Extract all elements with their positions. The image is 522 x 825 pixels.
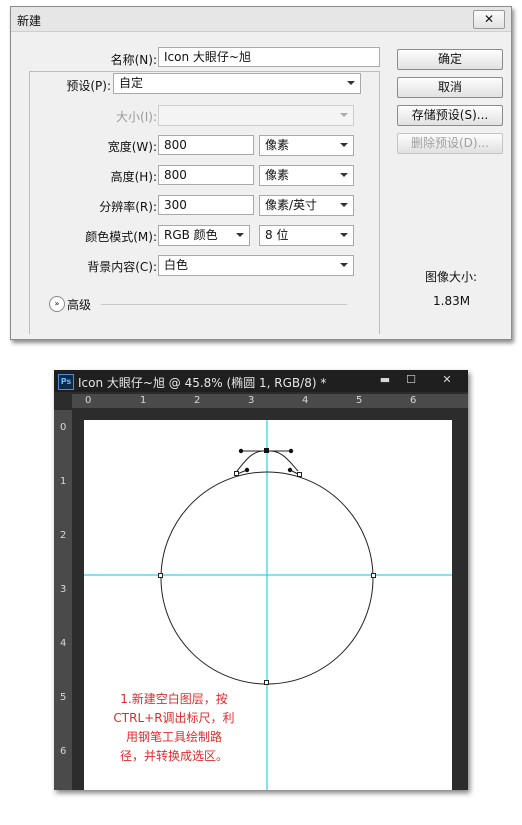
ruler-h-number: 1	[140, 395, 147, 406]
ruler-v-number: 2	[60, 530, 67, 541]
width-input[interactable]: 800	[158, 135, 254, 155]
resolution-unit-value: 像素/英寸	[265, 198, 318, 212]
anchor-point[interactable]	[371, 573, 376, 578]
bit-depth-select[interactable]: 8 位	[259, 225, 354, 246]
background-select[interactable]: 白色	[158, 255, 354, 276]
vertical-ruler[interactable]: 0 1 2 3 4 5 6	[54, 410, 72, 790]
ruler-h-number: 5	[356, 395, 363, 406]
handle-point[interactable]	[238, 448, 244, 454]
name-label: 名称(N):	[110, 53, 157, 67]
save-preset-button[interactable]: 存储预设(S)...	[397, 105, 503, 126]
bit-depth-value: 8 位	[265, 228, 289, 242]
ruler-v-number: 0	[60, 422, 67, 433]
preset-label: 预设(P):	[66, 79, 111, 93]
horizontal-ruler[interactable]: 0 1 2 3 4 5 6	[72, 394, 468, 408]
ruler-v-number: 1	[60, 476, 67, 487]
height-label: 高度(H):	[110, 170, 157, 184]
chevron-down-icon	[347, 81, 355, 85]
ruler-v-number: 6	[60, 746, 67, 757]
note-line: 1.新建空白图层，按	[120, 692, 228, 706]
ruler-h-number: 3	[248, 395, 255, 406]
note-line: 用钢笔工具绘制路	[125, 730, 222, 744]
color-mode-label: 颜色模式(M):	[85, 230, 157, 244]
chevron-down-icon	[340, 263, 348, 267]
ps-titlebar: Ps Icon 大眼仔~旭 @ 45.8% (椭圆 1, RGB/8) * ▬ …	[54, 370, 468, 392]
instruction-note: 1.新建空白图层，按 CTRL+R调出标尺，利 用钢笔工具绘制路 径，并转换成选…	[94, 690, 254, 766]
height-unit-value: 像素	[265, 168, 290, 182]
note-line: 径，并转换成选区。	[119, 749, 228, 763]
dialog-title: 新建	[17, 14, 42, 28]
height-unit-select[interactable]: 像素	[259, 165, 354, 186]
ps-document-title: Icon 大眼仔~旭 @ 45.8% (椭圆 1, RGB/8) *	[78, 376, 327, 390]
width-unit-select[interactable]: 像素	[259, 135, 354, 156]
size-label: 大小(I):	[116, 110, 157, 124]
handle-point[interactable]	[287, 467, 293, 473]
resolution-unit-select[interactable]: 像素/英寸	[259, 195, 354, 216]
anchor-point[interactable]	[264, 448, 269, 453]
size-select	[158, 105, 354, 126]
anchor-point[interactable]	[297, 472, 302, 477]
handle-point[interactable]	[288, 448, 294, 454]
ok-button[interactable]: 确定	[397, 49, 503, 70]
chevron-down-icon	[236, 233, 244, 237]
resolution-label: 分辨率(R):	[99, 200, 157, 214]
ruler-h-number: 0	[85, 395, 92, 406]
close-icon[interactable]: ✕	[473, 10, 505, 29]
anchor-point[interactable]	[234, 471, 239, 476]
dialog-titlebar: 新建 ✕	[11, 7, 511, 32]
anchor-point[interactable]	[158, 573, 163, 578]
chevron-down-icon	[340, 203, 348, 207]
expand-advanced-icon[interactable]: »	[49, 296, 65, 312]
anchor-point[interactable]	[264, 680, 269, 685]
minimize-icon[interactable]: ▬	[372, 372, 398, 388]
ruler-v-number: 5	[60, 692, 67, 703]
width-label: 宽度(W):	[107, 140, 157, 154]
preset-select[interactable]: 自定	[113, 73, 361, 94]
handle-point[interactable]	[244, 467, 250, 473]
width-unit-value: 像素	[265, 138, 290, 152]
background-value: 白色	[164, 258, 189, 272]
preset-value: 自定	[119, 76, 144, 90]
new-document-dialog: 新建 ✕ 名称(N): Icon 大眼仔~旭 预设(P): 自定 大小(I): …	[10, 6, 512, 340]
ruler-h-number: 4	[302, 395, 309, 406]
color-mode-select[interactable]: RGB 颜色	[158, 225, 250, 246]
name-input[interactable]: Icon 大眼仔~旭	[158, 47, 380, 67]
delete-preset-button: 删除预设(D)...	[397, 133, 503, 154]
note-line: CTRL+R调出标尺，利	[113, 711, 235, 725]
ruler-v-number: 4	[60, 638, 67, 649]
image-size-label: 图像大小:	[425, 270, 478, 284]
maximize-icon[interactable]: ☐	[398, 372, 424, 388]
ruler-h-number: 6	[410, 395, 417, 406]
height-input[interactable]: 800	[158, 165, 254, 185]
background-label: 背景内容(C):	[87, 260, 157, 274]
chevron-down-icon	[340, 233, 348, 237]
advanced-divider	[101, 304, 347, 305]
advanced-label[interactable]: 高级	[67, 296, 91, 313]
chevron-down-icon	[340, 113, 348, 117]
close-icon[interactable]: ✕	[434, 372, 460, 388]
cancel-button[interactable]: 取消	[397, 77, 503, 98]
image-size-value: 1.83M	[433, 294, 471, 308]
photoshop-logo-icon: Ps	[58, 374, 74, 390]
ruler-h-number: 2	[194, 395, 201, 406]
ruler-v-number: 3	[60, 584, 67, 595]
chevron-down-icon	[340, 173, 348, 177]
color-mode-value: RGB 颜色	[164, 228, 218, 242]
resolution-input[interactable]: 300	[158, 195, 254, 215]
chevron-down-icon	[340, 143, 348, 147]
